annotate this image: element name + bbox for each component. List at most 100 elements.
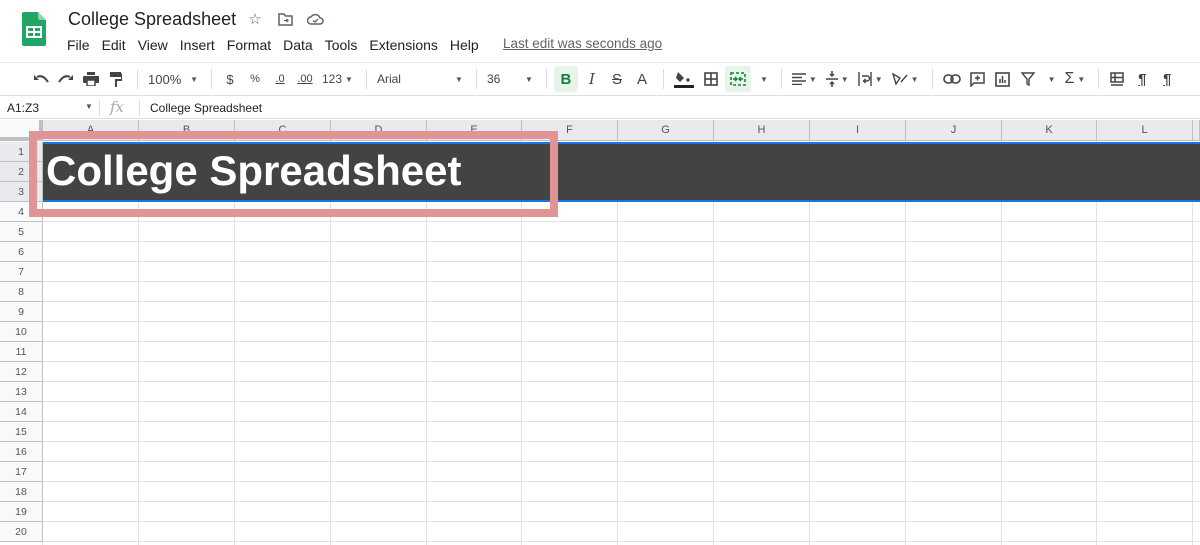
formula-input[interactable]: College Spreadsheet xyxy=(150,101,262,115)
column-header-j[interactable]: J xyxy=(906,120,1002,141)
text-color-button[interactable]: A xyxy=(631,66,653,92)
gridline-horizontal xyxy=(43,481,1200,482)
menu-help[interactable]: Help xyxy=(444,35,485,55)
fill-color-button[interactable] xyxy=(671,66,697,92)
spreadsheet-grid[interactable]: A B C D E F G H I J K L 1 2 3 4 5 6 7 8 9 10 11 12 13 14 15 16 17 18 1… xyxy=(0,120,1200,545)
row-header-4[interactable]: 4 xyxy=(0,202,43,222)
more-formats-button[interactable]: 123 ▼ xyxy=(319,66,356,92)
column-header-m[interactable] xyxy=(1193,120,1200,141)
column-header-g[interactable]: G xyxy=(618,120,714,141)
row-header-13[interactable]: 13 xyxy=(0,382,43,402)
column-header-c[interactable]: C xyxy=(235,120,331,141)
currency-format-button[interactable]: $ xyxy=(219,66,241,92)
gridline-horizontal xyxy=(43,241,1200,242)
row-header-18[interactable]: 18 xyxy=(0,482,43,502)
right-to-left-button[interactable]: ¶ xyxy=(1156,66,1178,92)
row-header-2[interactable]: 2 xyxy=(0,162,43,182)
row-header-8[interactable]: 8 xyxy=(0,282,43,302)
row-header-9[interactable]: 9 xyxy=(0,302,43,322)
row-header-12[interactable]: 12 xyxy=(0,362,43,382)
column-header-l[interactable]: L xyxy=(1097,120,1193,141)
toolbar-divider xyxy=(475,69,477,89)
strikethrough-button[interactable]: S xyxy=(606,66,628,92)
menu-edit[interactable]: Edit xyxy=(96,35,132,55)
row-header-15[interactable]: 15 xyxy=(0,422,43,442)
column-header-h[interactable]: H xyxy=(714,120,810,141)
text-wrapping-button[interactable]: ▼ xyxy=(855,66,886,92)
toolbar-divider xyxy=(137,69,138,89)
zoom-value: 100% xyxy=(148,71,182,87)
row-header-17[interactable]: 17 xyxy=(0,462,43,482)
row-header-11[interactable]: 11 xyxy=(0,342,43,362)
select-all-corner[interactable] xyxy=(0,120,43,141)
gridline-horizontal xyxy=(43,301,1200,302)
italic-button[interactable]: I xyxy=(581,66,603,92)
column-header-d[interactable]: D xyxy=(331,120,427,141)
menu-tools[interactable]: Tools xyxy=(319,35,364,55)
sheets-logo-icon[interactable] xyxy=(22,12,46,46)
redo-button[interactable] xyxy=(55,66,77,92)
row-header-3[interactable]: 3 xyxy=(0,182,43,202)
column-header-k[interactable]: K xyxy=(1002,120,1097,141)
row-header-1[interactable]: 1 xyxy=(0,142,43,162)
paint-format-button[interactable] xyxy=(105,66,127,92)
menu-data[interactable]: Data xyxy=(277,35,319,55)
row-header-19[interactable]: 19 xyxy=(0,502,43,522)
menu-format[interactable]: Format xyxy=(221,35,277,55)
menu-file[interactable]: File xyxy=(61,35,96,55)
star-icon[interactable]: ☆ xyxy=(246,10,264,28)
menu-extensions[interactable]: Extensions xyxy=(363,35,443,55)
horizontal-align-button[interactable]: ▼ xyxy=(789,66,820,92)
gridline-horizontal xyxy=(43,421,1200,422)
row-header-6[interactable]: 6 xyxy=(0,242,43,262)
borders-button[interactable] xyxy=(700,66,722,92)
insert-link-button[interactable] xyxy=(940,66,964,92)
filter-button[interactable] xyxy=(1017,66,1039,92)
row-header-20[interactable]: 20 xyxy=(0,522,43,542)
zoom-select[interactable]: 100% ▼ xyxy=(145,66,201,92)
insert-chart-button[interactable] xyxy=(992,66,1014,92)
vertical-align-button[interactable]: ▼ xyxy=(823,66,852,92)
gridline-horizontal xyxy=(43,321,1200,322)
column-header-i[interactable]: I xyxy=(810,120,906,141)
insert-comment-button[interactable] xyxy=(967,66,989,92)
decrease-decimal-button[interactable]: .0 xyxy=(269,66,291,92)
merge-type-dropdown[interactable]: ▼ xyxy=(754,66,771,92)
column-header-a[interactable]: A xyxy=(43,120,139,141)
name-box[interactable]: A1:Z3 xyxy=(7,101,39,115)
toolbar-divider xyxy=(780,69,782,89)
menu-view[interactable]: View xyxy=(132,35,174,55)
row-header-14[interactable]: 14 xyxy=(0,402,43,422)
row-header-5[interactable]: 5 xyxy=(0,222,43,242)
document-title[interactable]: College Spreadsheet xyxy=(68,9,236,30)
increase-decimal-button[interactable]: .00 xyxy=(294,66,316,92)
freeze-button[interactable] xyxy=(1106,66,1128,92)
filter-dropdown[interactable]: ▼ xyxy=(1042,66,1059,92)
toolbar-divider xyxy=(211,69,212,89)
print-button[interactable] xyxy=(80,66,102,92)
percent-format-button[interactable]: % xyxy=(244,66,266,92)
menu-insert[interactable]: Insert xyxy=(174,35,221,55)
font-select[interactable]: Arial ▼ xyxy=(374,66,466,92)
bold-button[interactable]: B xyxy=(553,66,578,92)
column-header-e[interactable]: E xyxy=(427,120,522,141)
column-header-f[interactable]: F xyxy=(522,120,618,141)
chevron-down-icon: ▼ xyxy=(808,74,817,84)
font-size-select[interactable]: 36 ▼ xyxy=(484,66,536,92)
row-header-10[interactable]: 10 xyxy=(0,322,43,342)
text-rotation-button[interactable]: ▼ xyxy=(889,66,922,92)
column-header-b[interactable]: B xyxy=(139,120,235,141)
chevron-down-icon: ▼ xyxy=(1047,74,1056,84)
toolbar-divider xyxy=(545,69,547,89)
left-to-right-button[interactable]: ¶ xyxy=(1131,66,1153,92)
cloud-saved-icon[interactable] xyxy=(306,10,324,28)
functions-button[interactable]: Σ ▼ xyxy=(1061,66,1088,92)
undo-button[interactable] xyxy=(30,66,52,92)
row-header-7[interactable]: 7 xyxy=(0,262,43,282)
chevron-down-icon[interactable]: ▼ xyxy=(85,102,93,111)
last-edit-link[interactable]: Last edit was seconds ago xyxy=(503,36,662,51)
row-header-16[interactable]: 16 xyxy=(0,442,43,462)
move-to-folder-icon[interactable] xyxy=(276,10,294,28)
chevron-down-icon: ▼ xyxy=(759,74,768,84)
merge-cells-button[interactable] xyxy=(724,66,751,92)
